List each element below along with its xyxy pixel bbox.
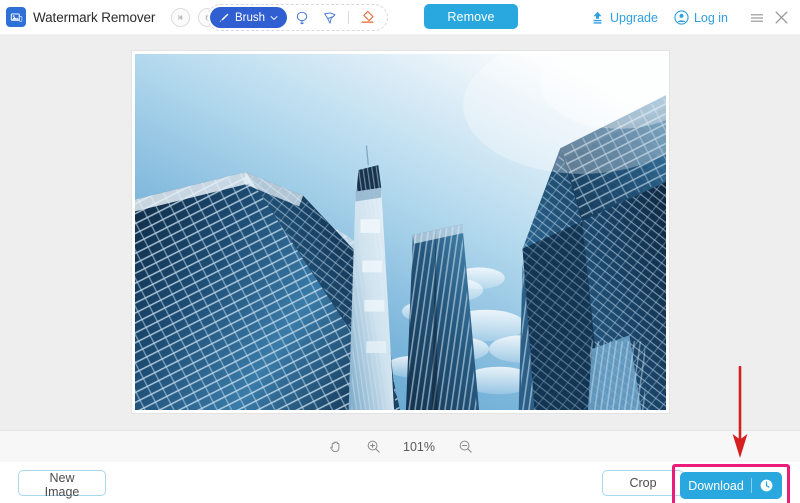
zoom-toolbar: 101% (0, 430, 800, 462)
login-button[interactable]: Log in (674, 10, 728, 25)
lasso-tool-button[interactable] (289, 6, 315, 29)
upload-upgrade-icon (593, 11, 602, 24)
download-button[interactable]: Download (680, 472, 782, 499)
polygon-lasso-icon (324, 11, 336, 24)
app-footer: New Image Crop Download (0, 462, 800, 503)
brush-icon (219, 13, 229, 22)
download-divider (750, 478, 752, 493)
zoom-in-icon[interactable] (363, 437, 383, 457)
zoom-out-icon[interactable] (455, 437, 475, 457)
remove-button[interactable]: Remove (424, 4, 518, 29)
app-title: Watermark Remover (33, 9, 156, 25)
eraser-icon (361, 10, 374, 23)
editor-canvas[interactable] (0, 35, 800, 430)
tool-divider (348, 11, 350, 24)
undo-arrow-icon[interactable] (171, 7, 191, 27)
eraser-tool-button[interactable] (354, 6, 380, 29)
brand: Watermark Remover (0, 7, 155, 27)
magenta-highlight-box: Download (672, 464, 790, 503)
lasso-icon (296, 11, 308, 24)
chevron-down-icon (270, 15, 278, 20)
clock-history-icon (760, 479, 773, 492)
zoom-level-label: 101% (403, 439, 435, 454)
brush-tool-button[interactable]: Brush (210, 7, 288, 28)
photo-artwork (134, 54, 666, 410)
new-image-button[interactable]: New Image (18, 469, 106, 499)
hand-pan-icon[interactable] (325, 437, 345, 457)
watermark-remover-app: Watermark Remover Brush Remove Upgrade L… (0, 0, 800, 503)
image-frame (131, 51, 669, 413)
polygon-lasso-tool-button[interactable] (317, 6, 343, 29)
upgrade-button[interactable]: Upgrade (590, 10, 658, 25)
header-right-group: Upgrade Log in (590, 0, 792, 35)
upgrade-label: Upgrade (609, 10, 658, 25)
app-header: Watermark Remover Brush Remove Upgrade L… (0, 0, 800, 35)
download-label: Download (688, 478, 744, 493)
photo-logo-icon (6, 7, 26, 27)
close-icon[interactable] (770, 7, 792, 29)
right-lower-ribbed-column (587, 335, 645, 410)
tool-group: Brush (207, 4, 389, 31)
login-label: Log in (693, 10, 728, 25)
hamburger-menu-icon[interactable] (746, 7, 768, 29)
skyscraper-photo[interactable] (134, 54, 666, 410)
user-account-icon (674, 10, 689, 25)
brush-tool-label: Brush (235, 11, 266, 24)
